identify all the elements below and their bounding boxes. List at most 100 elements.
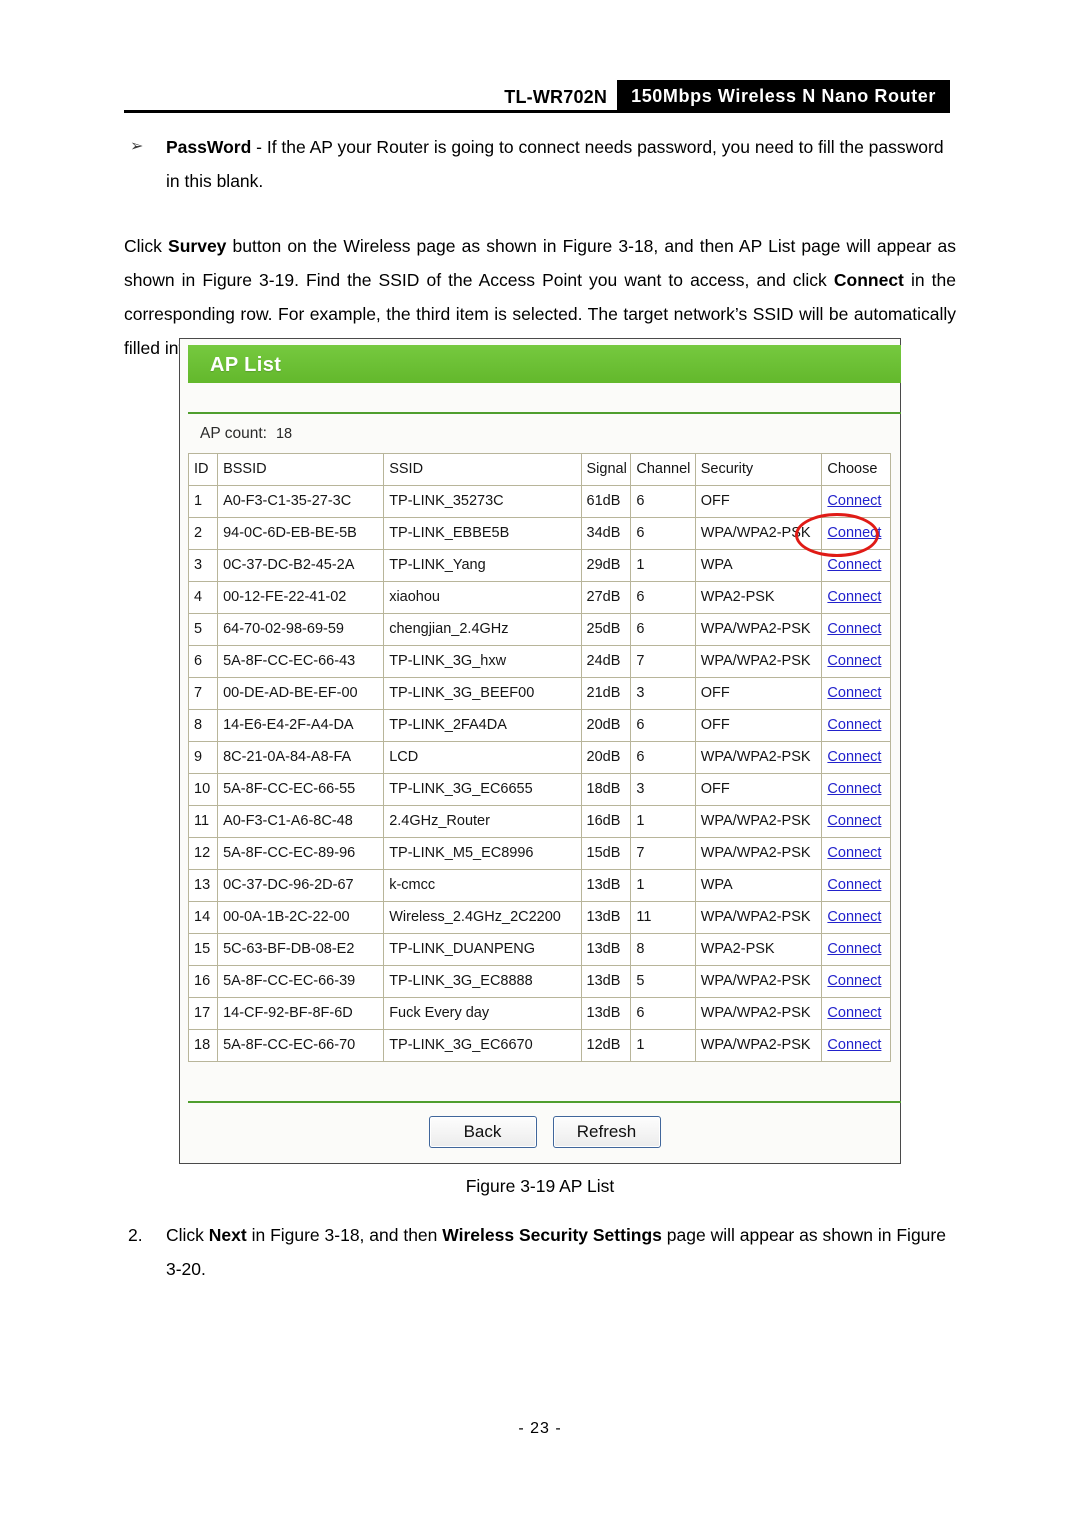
column-header-channel: Channel — [630, 453, 696, 486]
connect-link[interactable]: Connect — [827, 781, 881, 797]
connect-link[interactable]: Connect — [827, 813, 881, 829]
table-header-row: ID BSSID SSID Signal Channel Security Ch… — [187, 453, 891, 486]
connect-link[interactable]: Connect — [827, 685, 881, 701]
column-header-security: Security — [694, 453, 823, 486]
refresh-button[interactable]: Refresh — [552, 1116, 661, 1148]
cell-bssid: 00-DE-AD-BE-EF-00 — [217, 677, 385, 710]
ap-list-title: AP List — [210, 354, 282, 376]
cell-ssid: TP-LINK_3G_EC8888 — [383, 965, 582, 998]
connect-link[interactable]: Connect — [827, 525, 881, 541]
table-row: 18 5A-8F-CC-EC-66-70 TP-LINK_3G_EC6670 12dB… — [187, 1029, 891, 1062]
cell-ssid: TP-LINK_3G_BEEF00 — [383, 677, 582, 710]
cell-choose: Connect — [821, 965, 891, 998]
connect-link[interactable]: Connect — [827, 909, 881, 925]
connect-link[interactable]: Connect — [827, 717, 881, 733]
cell-security: WPA/WPA2-PSK — [694, 517, 823, 550]
cell-ap-id: 15 — [187, 933, 219, 966]
cell-security: WPA2-PSK — [694, 933, 823, 966]
cell-ssid: TP-LINK_Yang — [383, 549, 582, 582]
connect-link[interactable]: Connect — [827, 1005, 881, 1021]
column-header-signal: Signal — [580, 453, 632, 486]
survey-para-part2: button on the Wireless page as shown in … — [124, 235, 957, 290]
cell-bssid: 5A-8F-CC-EC-66-55 — [217, 773, 385, 806]
cell-choose: Connect — [821, 549, 891, 582]
cell-ssid: LCD — [383, 741, 582, 774]
arrow-bullet-icon: ➢ — [130, 138, 144, 155]
password-bullet-text: PassWord - If the AP your Router is goin… — [166, 130, 954, 198]
cell-bssid: 0C-37-DC-B2-45-2A — [217, 549, 385, 582]
cell-signal: 24dB — [580, 645, 632, 678]
cell-channel: 6 — [630, 581, 696, 614]
cell-bssid: A0-F3-C1-35-27-3C — [217, 485, 385, 518]
cell-bssid: 5A-8F-CC-EC-66-39 — [217, 965, 385, 998]
cell-channel: 6 — [630, 517, 696, 550]
connect-link[interactable]: Connect — [827, 877, 881, 893]
cell-signal: 21dB — [580, 677, 632, 710]
connect-link[interactable]: Connect — [827, 973, 881, 989]
cell-choose: Connect — [821, 1029, 891, 1062]
connect-link[interactable]: Connect — [827, 621, 881, 637]
cell-channel: 6 — [630, 485, 696, 518]
cell-security: WPA/WPA2-PSK — [694, 805, 823, 838]
table-row: 11 A0-F3-C1-A6-8C-48 2.4GHz_Router 16dB 1 WPA… — [187, 805, 891, 838]
cell-ap-id: 6 — [187, 645, 219, 678]
cell-choose: Connect — [821, 933, 891, 966]
cell-choose: Connect — [821, 581, 891, 614]
cell-signal: 16dB — [580, 805, 632, 838]
table-row: 1 A0-F3-C1-35-27-3C TP-LINK_35273C 61dB 6 OFF… — [187, 485, 891, 518]
connect-link[interactable]: Connect — [827, 749, 881, 765]
connect-link[interactable]: Connect — [827, 653, 881, 669]
wireless-security-settings-bold: Wireless Security Settings — [442, 1225, 662, 1245]
cell-signal: 25dB — [580, 613, 632, 646]
connect-link[interactable]: Connect — [827, 557, 881, 573]
cell-security: OFF — [694, 485, 823, 518]
cell-ap-id: 8 — [187, 709, 219, 742]
cell-signal: 13dB — [580, 933, 632, 966]
cell-ap-id: 3 — [187, 549, 219, 582]
cell-ap-id: 14 — [187, 901, 219, 934]
cell-choose: Connect — [821, 485, 891, 518]
cell-bssid: 5A-8F-CC-EC-66-70 — [217, 1029, 385, 1062]
panel-divider-bottom — [188, 1101, 901, 1103]
cell-signal: 34dB — [580, 517, 632, 550]
cell-ssid: chengjian_2.4GHz — [383, 613, 582, 646]
cell-ssid: Wireless_2.4GHz_2C2200 — [383, 901, 582, 934]
cell-channel: 6 — [630, 613, 696, 646]
table-row: 3 0C-37-DC-B2-45-2A TP-LINK_Yang 29dB 1 WPA Co… — [187, 549, 891, 582]
cell-security: WPA/WPA2-PSK — [694, 997, 823, 1030]
table-row: 2 94-0C-6D-EB-BE-5B TP-LINK_EBBE5B 34dB 6 WPA… — [187, 517, 891, 550]
cell-signal: 61dB — [580, 485, 632, 518]
cell-ap-id: 4 — [187, 581, 219, 614]
connect-link[interactable]: Connect — [827, 845, 881, 861]
cell-security: OFF — [694, 709, 823, 742]
back-button[interactable]: Back — [428, 1116, 537, 1148]
cell-signal: 29dB — [580, 549, 632, 582]
cell-bssid: 00-0A-1B-2C-22-00 — [217, 901, 385, 934]
cell-security: OFF — [694, 773, 823, 806]
cell-ap-id: 12 — [187, 837, 219, 870]
cell-channel: 1 — [630, 869, 696, 902]
connect-link[interactable]: Connect — [827, 1037, 881, 1053]
numbered-item-text: Click Next in Figure 3-18, and then Wire… — [166, 1218, 956, 1286]
cell-ssid: TP-LINK_3G_EC6670 — [383, 1029, 582, 1062]
cell-ssid: TP-LINK_3G_hxw — [383, 645, 582, 678]
table-row: 6 5A-8F-CC-EC-66-43 TP-LINK_3G_hxw 24dB 7 WPA… — [187, 645, 891, 678]
figure-caption: Figure 3-19 AP List — [465, 1176, 615, 1196]
cell-bssid: 00-12-FE-22-41-02 — [217, 581, 385, 614]
column-header-choose: Choose — [821, 453, 891, 486]
table-row: 16 5A-8F-CC-EC-66-39 TP-LINK_3G_EC8888 13dB… — [187, 965, 891, 998]
ap-list-button-row: Back Refresh — [188, 1116, 901, 1148]
table-row: 8 14-E6-E4-2F-A4-DA TP-LINK_2FA4DA 20dB 6 OFF… — [187, 709, 891, 742]
cell-signal: 13dB — [580, 901, 632, 934]
cell-ap-id: 16 — [187, 965, 219, 998]
connect-link[interactable]: Connect — [827, 493, 881, 509]
cell-signal: 13dB — [580, 869, 632, 902]
connect-link[interactable]: Connect — [827, 589, 881, 605]
connect-link[interactable]: Connect — [827, 941, 881, 957]
ap-count-value: 18 — [275, 426, 293, 442]
cell-ssid: TP-LINK_2FA4DA — [383, 709, 582, 742]
page-number-footer: - 23 - — [518, 1420, 562, 1437]
cell-choose: Connect — [821, 613, 891, 646]
cell-ap-id: 13 — [187, 869, 219, 902]
cell-channel: 3 — [630, 677, 696, 710]
